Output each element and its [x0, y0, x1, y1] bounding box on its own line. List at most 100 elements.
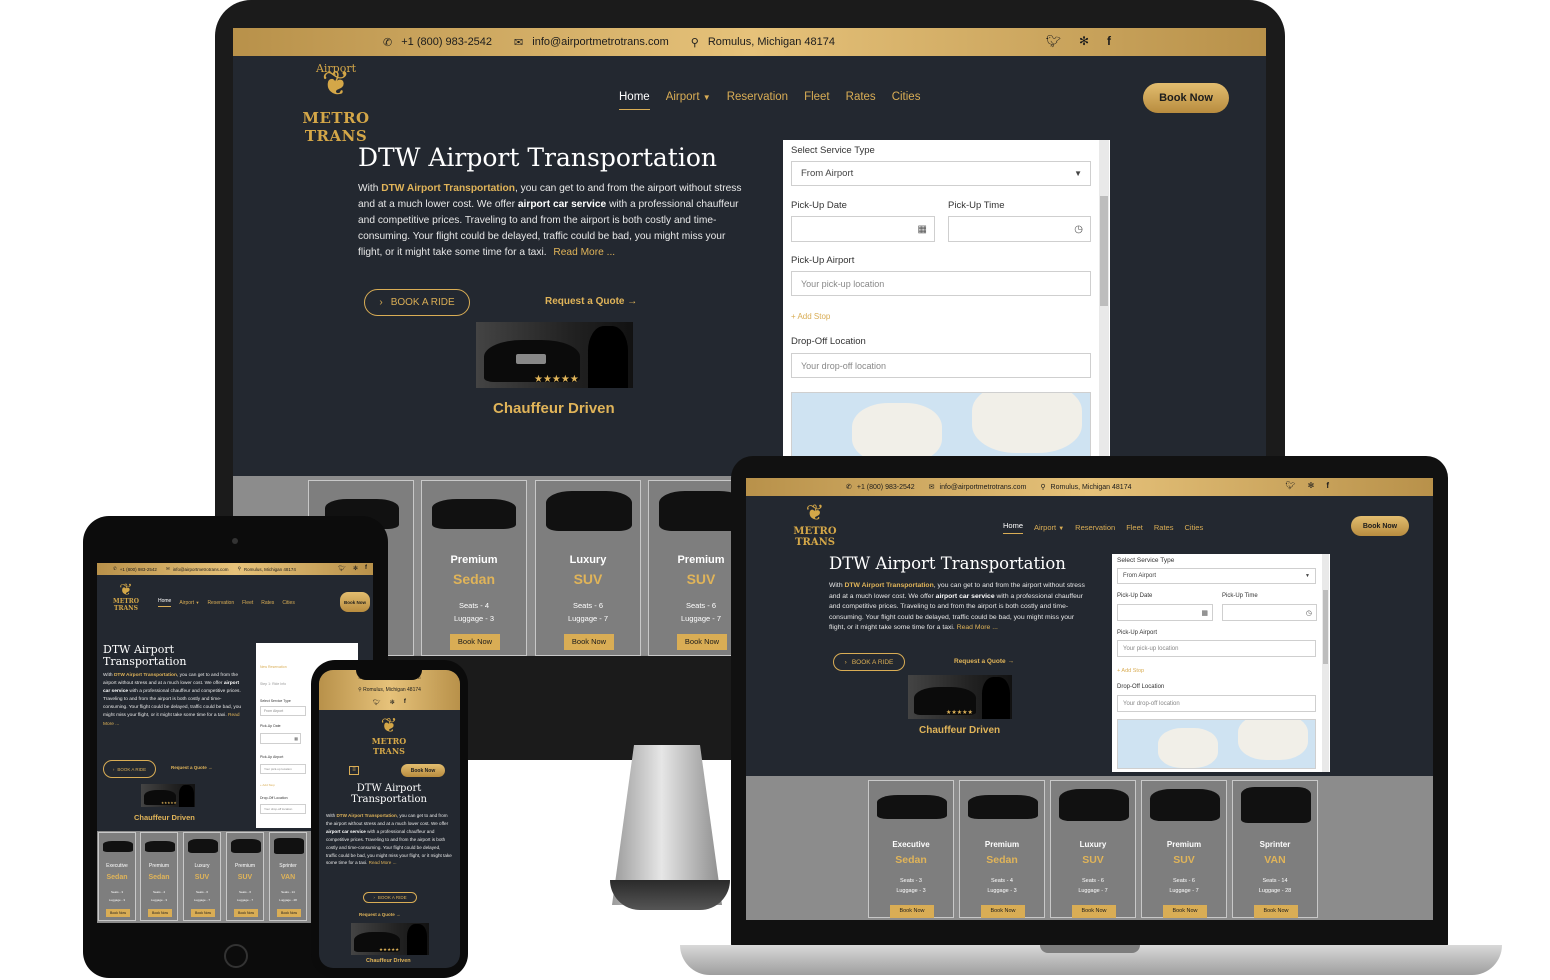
form-scrollbar-thumb[interactable] — [1100, 196, 1108, 306]
nav-rates[interactable]: Rates — [261, 600, 274, 606]
nav-cities[interactable]: Cities — [1184, 523, 1203, 532]
fleet-book-now-button[interactable]: Book Now — [1163, 905, 1207, 918]
fleet-book-now-button[interactable]: Book Now — [981, 905, 1025, 918]
nav-fleet[interactable]: Fleet — [804, 91, 830, 110]
add-stop-link[interactable]: + Add Stop — [1117, 668, 1144, 674]
yelp-icon[interactable]: ✻ — [390, 699, 395, 706]
nav-home[interactable]: Home — [619, 91, 650, 110]
fleet-card-premium-suv[interactable]: Premium SUV Seats - 6 Luggage - 7 Book N… — [226, 832, 264, 921]
clock-icon[interactable]: ◷ — [1074, 224, 1083, 235]
nav-reservation[interactable]: Reservation — [727, 91, 788, 110]
book-a-ride-button[interactable]: › BOOK A RIDE — [103, 760, 156, 778]
fleet-book-now-button[interactable]: Book Now — [106, 909, 130, 917]
nav-airport[interactable]: Airport ▼ — [666, 91, 711, 110]
fleet-book-now-button[interactable]: Book Now — [234, 909, 258, 917]
yelp-icon[interactable]: ✻ — [1308, 481, 1315, 490]
yelp-icon[interactable]: ✻ — [353, 565, 358, 572]
book-now-button[interactable]: Book Now — [340, 592, 370, 612]
nav-reservation[interactable]: Reservation — [207, 600, 234, 606]
form-scrollbar[interactable] — [1322, 554, 1329, 772]
request-quote-link[interactable]: Request a Quote → — [545, 296, 637, 307]
facebook-icon[interactable]: f — [1107, 34, 1111, 48]
fleet-card-premium-sedan[interactable]: Premium Sedan Seats - 4 Luggage - 3 Book… — [421, 480, 527, 656]
fleet-book-now-button[interactable]: Book Now — [890, 905, 934, 918]
calendar-icon[interactable]: ▦ — [294, 736, 298, 741]
fleet-book-now-button[interactable]: Book Now — [677, 634, 727, 650]
book-now-button[interactable]: Book Now — [1143, 83, 1229, 113]
fleet-book-now-button[interactable]: Book Now — [1254, 905, 1298, 918]
nav-airport[interactable]: Airport ▼ — [1034, 523, 1064, 532]
site-logo[interactable]: ❦ METRO TRANS — [103, 581, 149, 612]
twitter-icon[interactable]: 🐦︎ — [373, 699, 381, 706]
site-logo[interactable]: ❦ METRO TRANS — [778, 502, 852, 549]
book-now-button[interactable]: Book Now — [1351, 516, 1409, 536]
contact-phone[interactable]: +1 (800) 983-2542 — [401, 36, 492, 48]
twitter-icon[interactable]: 🐦︎ — [1285, 481, 1295, 490]
pickup-time-input[interactable]: ◷ — [948, 216, 1091, 242]
dropoff-location-input[interactable]: Your drop-off location — [260, 804, 306, 814]
calendar-icon[interactable]: ▦ — [918, 224, 927, 235]
add-stop-link[interactable]: + Add Stop — [791, 312, 830, 321]
facebook-icon[interactable]: f — [365, 565, 367, 572]
nav-home[interactable]: Home — [158, 598, 172, 607]
yelp-icon[interactable]: ✻ — [1079, 34, 1089, 48]
nav-rates[interactable]: Rates — [846, 91, 876, 110]
fleet-card-sprinter-van[interactable]: Sprinter VAN Seats - 14 Luggage - 28 Boo… — [1232, 780, 1318, 918]
tablet-home-button[interactable] — [224, 944, 248, 968]
new-reservation-tab[interactable]: New Reservation — [260, 665, 287, 669]
contact-phone[interactable]: +1 (800) 983-2542 — [120, 567, 157, 572]
pickup-date-input[interactable]: ▦ — [1117, 604, 1213, 621]
contact-email[interactable]: info@airportmetrotrans.com — [532, 36, 669, 48]
contact-phone[interactable]: +1 (800) 983-2542 — [857, 484, 915, 491]
hero-link-dtw[interactable]: DTW Airport Transportation — [336, 813, 396, 818]
site-logo[interactable]: ❦ Airport METRO TRANS — [281, 62, 391, 145]
calendar-icon[interactable]: ▦ — [1201, 609, 1208, 617]
nav-fleet[interactable]: Fleet — [242, 600, 253, 606]
fleet-card-executive-sedan[interactable]: Executive Sedan Seats - 3 Luggage - 3 Bo… — [98, 832, 136, 921]
fleet-card-premium-suv[interactable]: Premium SUV Seats - 6 Luggage - 7 Book N… — [1141, 780, 1227, 918]
nav-reservation[interactable]: Reservation — [1075, 523, 1115, 532]
fleet-card-premium-sedan[interactable]: Premium Sedan Seats - 4 Luggage - 3 Book… — [959, 780, 1045, 918]
service-type-select[interactable]: From Airport ▼ — [791, 161, 1091, 186]
form-scrollbar[interactable] — [1099, 140, 1109, 460]
facebook-icon[interactable]: f — [404, 699, 406, 706]
hero-link-dtw[interactable]: DTW Airport Transportation — [844, 582, 933, 589]
site-logo[interactable]: ❦ METRO TRANS — [357, 714, 421, 756]
fleet-book-now-button[interactable]: Book Now — [1072, 905, 1116, 918]
read-more-link[interactable]: Read More ... — [553, 247, 615, 258]
route-map[interactable] — [1117, 719, 1316, 769]
request-quote-link[interactable]: Request a Quote → — [171, 765, 213, 770]
nav-rates[interactable]: Rates — [1154, 523, 1174, 532]
contact-email[interactable]: info@airportmetrotrans.com — [940, 484, 1027, 491]
twitter-icon[interactable]: 🐦︎ — [1046, 34, 1061, 48]
fleet-book-now-button[interactable]: Book Now — [564, 634, 614, 650]
pickup-location-input[interactable]: Your pick-up location — [260, 764, 306, 774]
fleet-card-luxury-suv[interactable]: Luxury SUV Seats - 6 Luggage - 7 Book No… — [535, 480, 641, 656]
request-quote-link[interactable]: Request a Quote → — [359, 912, 401, 917]
pickup-location-input[interactable]: Your pick-up location — [791, 271, 1091, 296]
hero-link-dtw[interactable]: DTW Airport Transportation — [114, 673, 177, 678]
dropoff-location-input[interactable]: Your drop-off location — [791, 353, 1091, 378]
fleet-book-now-button[interactable]: Book Now — [450, 634, 500, 650]
hero-link-dtw[interactable]: DTW Airport Transportation — [381, 183, 515, 194]
book-a-ride-button[interactable]: › BOOK A RIDE — [833, 653, 905, 671]
hamburger-menu-icon[interactable]: ≡ — [349, 766, 359, 775]
fleet-card-executive-sedan[interactable]: Executive Sedan Seats - 3 Luggage - 3 Bo… — [868, 780, 954, 918]
form-scrollbar-thumb[interactable] — [1323, 590, 1328, 664]
nav-home[interactable]: Home — [1003, 521, 1024, 534]
add-stop-link[interactable]: + Add Stop — [260, 783, 275, 787]
fleet-book-now-button[interactable]: Book Now — [148, 909, 172, 917]
twitter-icon[interactable]: 🐦︎ — [338, 565, 346, 572]
fleet-card-sprinter-van[interactable]: Sprinter VAN Seats - 14 Luggage - 28 Boo… — [269, 832, 307, 921]
request-quote-link[interactable]: Request a Quote → — [954, 658, 1014, 665]
service-type-select[interactable]: From Airport ▼ — [1117, 568, 1316, 584]
read-more-link[interactable]: Read More ... — [369, 860, 397, 865]
facebook-icon[interactable]: f — [1326, 481, 1329, 490]
fleet-card-premium-sedan[interactable]: Premium Sedan Seats - 4 Luggage - 3 Book… — [140, 832, 178, 921]
nav-cities[interactable]: Cities — [282, 600, 295, 606]
service-type-select[interactable]: From Airport — [260, 706, 306, 716]
fleet-book-now-button[interactable]: Book Now — [191, 909, 215, 917]
fleet-card-luxury-suv[interactable]: Luxury SUV Seats - 6 Luggage - 7 Book No… — [183, 832, 221, 921]
fleet-card-luxury-suv[interactable]: Luxury SUV Seats - 6 Luggage - 7 Book No… — [1050, 780, 1136, 918]
nav-cities[interactable]: Cities — [892, 91, 921, 110]
